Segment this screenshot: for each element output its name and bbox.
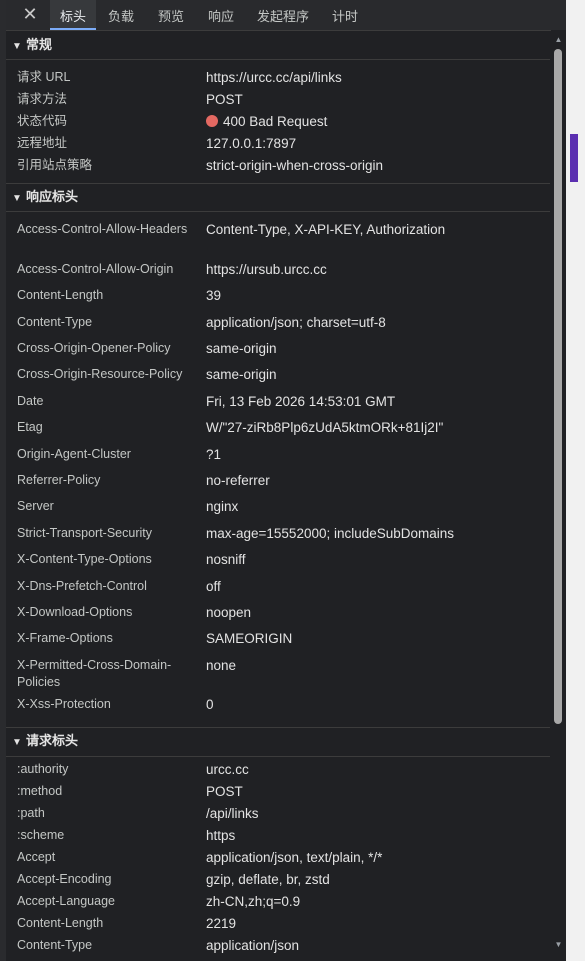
triangle-down-icon: ▼ — [12, 193, 22, 204]
header-value: /api/links — [206, 806, 259, 821]
header-value: no-referrer — [206, 473, 270, 488]
section-response-headers-header[interactable]: ▼ 响应标头 — [6, 185, 550, 209]
header-value: same-origin — [206, 367, 277, 382]
triangle-down-icon: ▼ — [12, 737, 22, 748]
header-value: Content-Type, X-API-KEY, Authorization — [206, 222, 446, 237]
close-icon[interactable]: ✕ — [20, 4, 40, 24]
header-key: X-Xss-Protection — [17, 697, 111, 711]
header-key: 状态代码 — [17, 114, 68, 128]
header-key: Etag — [17, 420, 43, 434]
tab-bar: ✕ 标头 负载 预览 响应 发起程序 计时 — [6, 0, 566, 31]
tab-initiator[interactable]: 发起程序 — [257, 0, 309, 30]
header-value: 2219 — [206, 916, 237, 931]
scrollbar-thumb[interactable] — [554, 49, 562, 724]
header-value: 127.0.0.1:7897 — [206, 136, 297, 151]
triangle-down-icon: ▼ — [12, 41, 22, 52]
header-value: nosniff — [206, 552, 246, 567]
network-headers-panel: ✕ 标头 负载 预览 响应 发起程序 计时 ▼ 常规 请求 URL https:/… — [6, 0, 566, 961]
tab-response[interactable]: 响应 — [208, 0, 234, 30]
section-request-headers-header[interactable]: ▼ 请求标头 — [6, 729, 550, 753]
divider — [6, 727, 550, 728]
header-key: X-Download-Options — [17, 605, 133, 619]
header-value: POST — [206, 92, 243, 107]
header-value: https — [206, 828, 236, 843]
header-value: 39 — [206, 288, 222, 303]
header-value: max-age=15552000; includeSubDomains — [206, 526, 455, 541]
header-value: ?1 — [206, 447, 222, 462]
header-value: 0 — [206, 697, 214, 712]
header-key: Accept-Language — [17, 894, 115, 908]
header-value: application/json — [206, 938, 300, 953]
header-key: 引用站点策略 — [17, 158, 93, 172]
header-key: Date — [17, 394, 44, 408]
headers-content: ▼ 常规 请求 URL https://urcc.cc/api/links 请求方… — [6, 30, 550, 961]
divider — [6, 183, 550, 184]
header-value: off — [206, 579, 221, 594]
header-value: application/json, text/plain, */* — [206, 850, 383, 865]
section-response-headers-title: 响应标头 — [26, 189, 79, 204]
vertical-scrollbar[interactable]: ▲ ▼ — [551, 30, 566, 961]
header-value: https://urcc.cc/api/links — [206, 70, 342, 85]
status-dot-icon — [206, 115, 218, 127]
section-request-headers-title: 请求标头 — [26, 733, 79, 748]
header-key: Referrer-Policy — [17, 473, 101, 487]
divider — [6, 756, 550, 757]
header-value: W/"27-ziRb8Plp6zUdA5ktmORk+81Ij2I" — [206, 420, 444, 435]
header-key: X-Dns-Prefetch-Control — [17, 579, 147, 593]
divider — [6, 211, 550, 212]
header-value: zh-CN,zh;q=0.9 — [206, 894, 301, 909]
header-key: Content-Length — [17, 916, 104, 930]
header-key: :scheme — [17, 828, 65, 842]
header-value: same-origin — [206, 341, 277, 356]
header-key: :path — [17, 806, 45, 820]
header-key: X-Permitted-Cross-Domain-Policies — [17, 658, 172, 689]
header-key: Accept-Encoding — [17, 872, 112, 886]
scroll-down-arrow-icon[interactable]: ▼ — [553, 940, 564, 950]
header-key: Cross-Origin-Opener-Policy — [17, 341, 171, 355]
header-key: Origin-Agent-Cluster — [17, 447, 131, 461]
status-value: 400 Bad Request — [206, 113, 546, 130]
header-value: https://ursub.urcc.cc — [206, 262, 327, 277]
header-value: gzip, deflate, br, zstd — [206, 872, 330, 887]
section-general-title: 常规 — [26, 37, 53, 52]
header-key: Content-Type — [17, 315, 93, 329]
header-value: noopen — [206, 605, 252, 620]
background-accent-strip — [570, 134, 578, 182]
header-key: 请求 URL — [17, 70, 71, 84]
tab-payload[interactable]: 负载 — [108, 0, 134, 30]
header-value: nginx — [206, 499, 239, 514]
header-key: Content-Type — [17, 938, 93, 952]
header-key: Strict-Transport-Security — [17, 526, 152, 540]
header-key: Content-Length — [17, 288, 104, 302]
status-text: 400 Bad Request — [223, 114, 328, 129]
header-key: 请求方法 — [17, 92, 68, 106]
section-general-header[interactable]: ▼ 常规 — [6, 33, 550, 57]
header-key: :authority — [17, 762, 69, 776]
header-value: SAMEORIGIN — [206, 631, 293, 646]
header-value: strict-origin-when-cross-origin — [206, 158, 384, 173]
header-value: urcc.cc — [206, 762, 249, 777]
header-key: Server — [17, 499, 54, 513]
header-value: none — [206, 658, 237, 673]
tab-preview[interactable]: 预览 — [158, 0, 184, 30]
header-key: :method — [17, 784, 63, 798]
header-key: Cross-Origin-Resource-Policy — [17, 367, 183, 381]
tab-headers[interactable]: 标头 — [50, 0, 96, 30]
header-value: Fri, 13 Feb 2026 14:53:01 GMT — [206, 394, 396, 409]
header-key: Accept — [17, 850, 56, 864]
tab-timing[interactable]: 计时 — [332, 0, 358, 30]
header-key: X-Content-Type-Options — [17, 552, 152, 566]
header-key: X-Frame-Options — [17, 631, 113, 645]
header-value: POST — [206, 784, 243, 799]
scroll-up-arrow-icon[interactable]: ▲ — [553, 35, 564, 45]
divider — [6, 59, 550, 60]
header-value: application/json; charset=utf-8 — [206, 315, 386, 330]
header-key: Access-Control-Allow-Headers — [17, 222, 188, 236]
header-key: Access-Control-Allow-Origin — [17, 262, 174, 276]
header-key: 远程地址 — [17, 136, 68, 150]
